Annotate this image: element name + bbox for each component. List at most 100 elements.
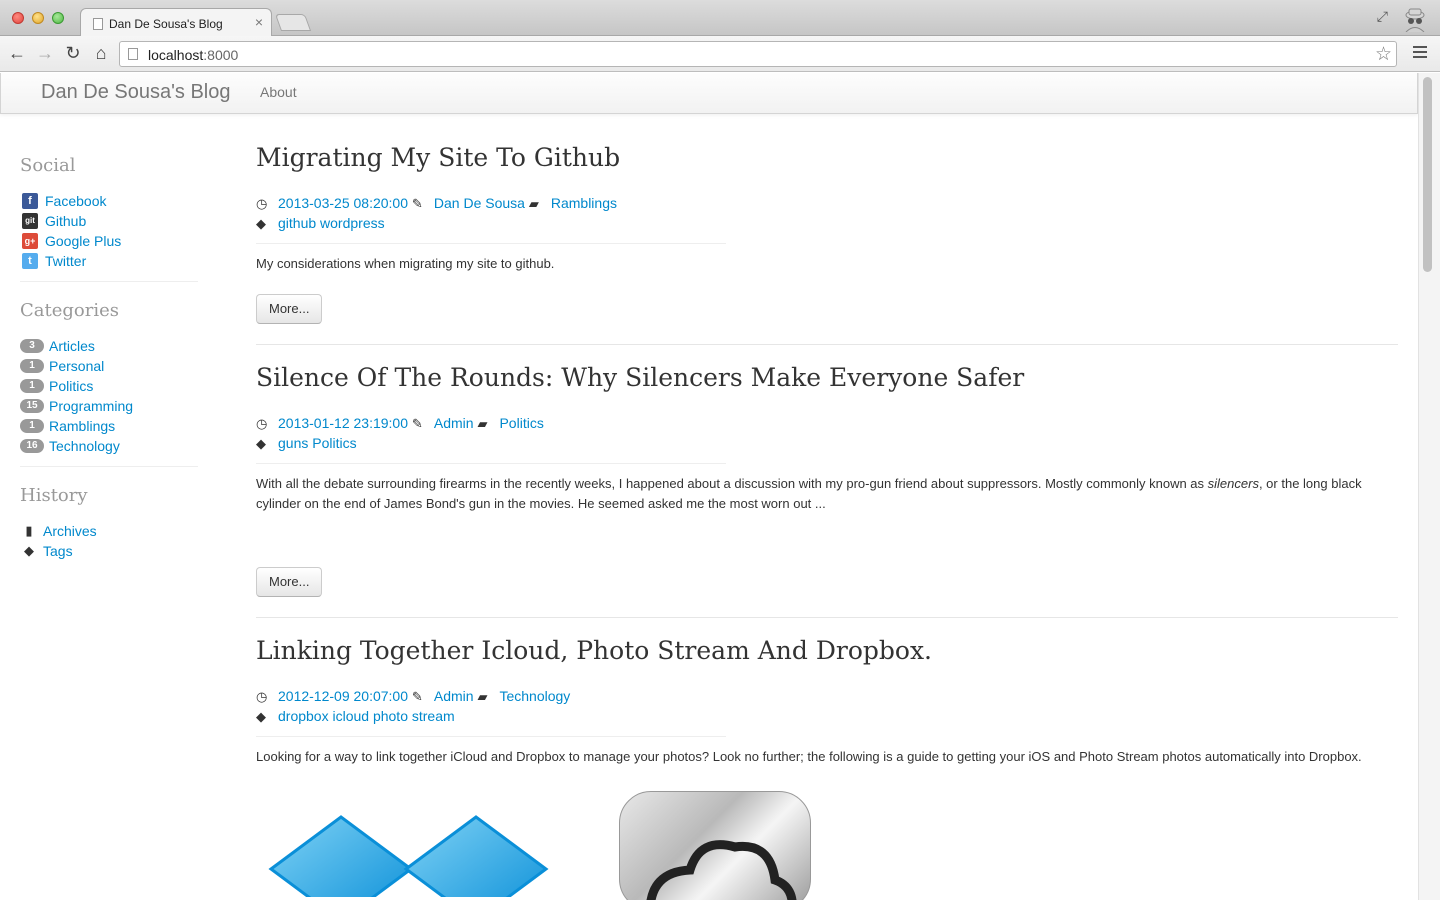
social-item-github[interactable]: git Github (20, 211, 200, 231)
window-zoom-button[interactable] (52, 12, 64, 24)
social-heading: Social (20, 155, 76, 176)
article-title[interactable]: Silence Of The Rounds: Why Silencers Mak… (256, 363, 1398, 403)
article-title[interactable]: Migrating My Site To Github (256, 143, 1398, 183)
fullscreen-icon[interactable]: ⤢ (1377, 8, 1388, 25)
more-button[interactable]: More... (256, 567, 323, 597)
new-tab-button[interactable] (274, 14, 312, 31)
nav-about-link[interactable]: About (260, 84, 297, 100)
article-category-link[interactable]: Politics (499, 415, 543, 431)
category-item[interactable]: 16 Technology (20, 436, 200, 456)
article-summary: My considerations when migrating my site… (256, 256, 555, 271)
pencil-icon: ✎ (411, 196, 423, 211)
article-tags-link[interactable]: guns Politics (278, 435, 357, 451)
address-url[interactable]: localhost:8000 (148, 47, 238, 63)
reload-icon[interactable]: ↻ (62, 42, 84, 64)
site-navbar: Dan De Sousa's Blog About (0, 73, 1418, 114)
category-item[interactable]: 3 Articles (20, 336, 200, 356)
sidebar: Social f Facebook git Github g+ Google P… (20, 155, 200, 561)
site-brand-link[interactable]: Dan De Sousa's Blog (41, 81, 230, 104)
article-category-link[interactable]: Ramblings (551, 195, 617, 211)
social-item-facebook[interactable]: f Facebook (20, 191, 200, 211)
history-item-tags[interactable]: ◆ Tags (20, 541, 200, 561)
page-icon (93, 18, 103, 30)
home-icon[interactable]: ⌂ (90, 42, 112, 64)
folder-icon: ▰ (528, 196, 539, 211)
category-count-badge: 1 (20, 359, 44, 373)
article-category-link[interactable]: Technology (499, 688, 570, 704)
meta-divider (256, 243, 726, 244)
article-item: Silence Of The Rounds: Why Silencers Mak… (256, 363, 1398, 618)
sidebar-divider (20, 281, 198, 282)
tab-close-icon[interactable]: × (255, 14, 263, 30)
category-item[interactable]: 15 Programming (20, 396, 200, 416)
back-arrow-icon[interactable]: ← (6, 42, 28, 64)
article-title[interactable]: Linking Together Icloud, Photo Stream An… (256, 636, 1398, 676)
book-icon: ▮ (25, 523, 33, 538)
category-link[interactable]: Programming (49, 398, 133, 414)
history-list: ▮ Archives ◆ Tags (20, 521, 200, 561)
category-item[interactable]: 1 Ramblings (20, 416, 200, 436)
social-link[interactable]: Twitter (45, 253, 86, 269)
browser-menu-icon[interactable] (1413, 46, 1427, 61)
page-content: Dan De Sousa's Blog About Social f Faceb… (0, 73, 1418, 900)
category-count-badge: 1 (20, 419, 44, 433)
article-meta: ◷ 2013-03-25 08:20:00 ✎ Dan De Sousa ▰ Ramb… (256, 193, 1398, 233)
window-close-button[interactable] (12, 12, 24, 24)
category-item[interactable]: 1 Personal (20, 356, 200, 376)
article-meta: ◷ 2013-01-12 23:19:00 ✎ Admin ▰ Politics ◆ g… (256, 413, 1398, 453)
address-bar[interactable]: localhost:8000 ☆ (119, 41, 1397, 67)
facebook-icon: f (22, 193, 38, 209)
window-minimize-button[interactable] (32, 12, 44, 24)
scrollbar-thumb[interactable] (1423, 77, 1432, 272)
twitter-icon: t (22, 253, 38, 269)
category-count-badge: 3 (20, 339, 44, 353)
category-link[interactable]: Technology (49, 438, 120, 454)
history-link[interactable]: Archives (43, 523, 97, 539)
social-item-google-plus[interactable]: g+ Google Plus (20, 231, 200, 251)
category-link[interactable]: Politics (49, 378, 93, 394)
browser-tab-active[interactable]: Dan De Sousa's Blog × (80, 8, 272, 37)
categories-heading: Categories (20, 300, 119, 321)
page-scrollbar[interactable] (1418, 73, 1440, 900)
bookmark-star-icon[interactable]: ☆ (1375, 43, 1392, 66)
article-summary: Looking for a way to link together iClou… (256, 749, 1362, 764)
meta-divider (256, 463, 726, 464)
forward-arrow-icon[interactable]: → (34, 42, 56, 64)
categories-list: 3 Articles 1 Personal 1 Politics 15 Programm… (20, 336, 200, 456)
tags-icon: ◆ (256, 709, 266, 724)
history-item-archives[interactable]: ▮ Archives (20, 521, 200, 541)
pencil-icon: ✎ (411, 689, 423, 704)
clock-icon: ◷ (256, 689, 268, 704)
history-heading: History (20, 485, 88, 506)
article-item: Migrating My Site To Github ◷ 2013-03-25 … (256, 143, 1398, 345)
clock-icon: ◷ (256, 416, 268, 431)
clock-icon: ◷ (256, 196, 268, 211)
category-link[interactable]: Ramblings (49, 418, 115, 434)
browser-toolbar: ← → ↻ ⌂ localhost:8000 ☆ (0, 36, 1440, 72)
category-count-badge: 15 (20, 399, 44, 413)
category-link[interactable]: Articles (49, 338, 95, 354)
article-tags-link[interactable]: dropbox icloud photo stream (278, 708, 455, 724)
tags-icon: ◆ (256, 216, 266, 231)
history-link[interactable]: Tags (43, 543, 73, 559)
category-link[interactable]: Personal (49, 358, 104, 374)
article-tags-link[interactable]: github wordpress (278, 215, 385, 231)
category-item[interactable]: 1 Politics (20, 376, 200, 396)
article-date-link[interactable]: 2013-01-12 23:19:00 (278, 415, 408, 431)
article-date-link[interactable]: 2013-03-25 08:20:00 (278, 195, 408, 211)
social-link[interactable]: Facebook (45, 193, 106, 209)
article-author-link[interactable]: Admin (434, 415, 474, 431)
folder-icon: ▰ (477, 689, 488, 704)
article-item: Linking Together Icloud, Photo Stream An… (256, 636, 1398, 900)
social-list: f Facebook git Github g+ Google Plus t T… (20, 191, 200, 271)
article-author-link[interactable]: Admin (434, 688, 474, 704)
article-date-link[interactable]: 2012-12-09 20:07:00 (278, 688, 408, 704)
more-button[interactable]: More... (256, 294, 323, 324)
social-link[interactable]: Google Plus (45, 233, 121, 249)
meta-divider (256, 736, 726, 737)
tab-title: Dan De Sousa's Blog (109, 17, 223, 31)
pencil-icon: ✎ (411, 416, 423, 431)
social-link[interactable]: Github (45, 213, 86, 229)
social-item-twitter[interactable]: t Twitter (20, 251, 200, 271)
article-author-link[interactable]: Dan De Sousa (434, 195, 525, 211)
